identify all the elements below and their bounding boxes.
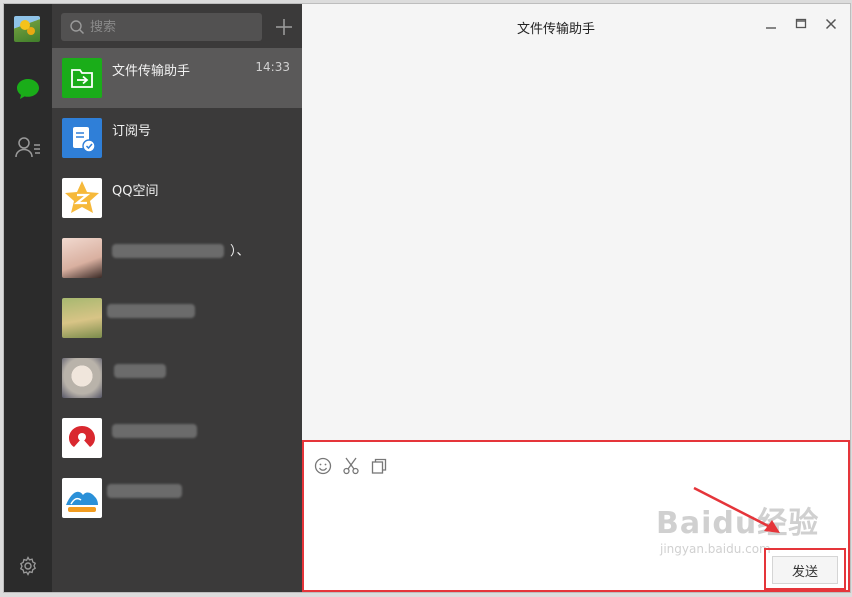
chat-time: 14:33 bbox=[255, 60, 290, 74]
emoji-icon[interactable] bbox=[314, 457, 332, 475]
contacts-nav-icon[interactable] bbox=[15, 134, 41, 160]
search-box[interactable] bbox=[61, 13, 262, 41]
send-highlight: 发送 bbox=[764, 548, 846, 590]
redacted-name bbox=[112, 244, 224, 258]
avatar bbox=[62, 418, 102, 458]
send-button[interactable]: 发送 bbox=[772, 556, 838, 584]
maximize-button[interactable] bbox=[792, 15, 810, 33]
avatar bbox=[62, 298, 102, 338]
plus-icon bbox=[276, 19, 292, 35]
chat-list-panel: 文件传输助手 14:33 订阅号 QQ空间 ）、 bbox=[52, 4, 302, 592]
chat-item-contact-3[interactable] bbox=[52, 348, 302, 408]
redacted-name bbox=[107, 304, 195, 318]
copy-icon[interactable] bbox=[370, 457, 388, 475]
chat-name: ）、 bbox=[230, 244, 250, 259]
chat-item-subscription[interactable]: 订阅号 bbox=[52, 108, 302, 168]
redacted-name bbox=[112, 424, 197, 438]
minimize-button[interactable] bbox=[762, 15, 780, 33]
chat-item-contact-5[interactable] bbox=[52, 468, 302, 528]
red-arrow-annotation bbox=[693, 486, 780, 533]
composer-toolbar bbox=[314, 457, 388, 475]
avatar bbox=[62, 238, 102, 278]
avatar bbox=[62, 478, 102, 518]
chat-name: 订阅号 bbox=[112, 124, 152, 139]
search-icon bbox=[69, 19, 85, 39]
chat-item-contact-1[interactable]: ）、 bbox=[52, 228, 302, 288]
chat-item-qzone[interactable]: QQ空间 bbox=[52, 168, 302, 228]
scissors-icon[interactable] bbox=[342, 457, 360, 475]
minimize-icon bbox=[766, 27, 776, 29]
wechat-window: 文件传输助手 14:33 订阅号 QQ空间 ）、 bbox=[3, 3, 851, 593]
chat-main-panel: 文件传输助手 Baidu经验 jingyan.baidu.com 发送 bbox=[302, 4, 850, 592]
redacted-name bbox=[107, 484, 182, 498]
message-composer: Baidu经验 jingyan.baidu.com 发送 bbox=[302, 440, 850, 592]
chat-name: 文件传输助手 bbox=[112, 64, 191, 79]
close-icon bbox=[825, 18, 837, 30]
chat-item-contact-2[interactable] bbox=[52, 288, 302, 348]
redacted-name bbox=[114, 364, 166, 378]
file-transfer-icon bbox=[62, 58, 102, 98]
message-input[interactable] bbox=[312, 484, 752, 574]
avatar[interactable] bbox=[14, 16, 40, 42]
settings-gear-icon[interactable] bbox=[15, 553, 41, 579]
close-button[interactable] bbox=[822, 15, 840, 33]
search-input[interactable] bbox=[90, 17, 255, 37]
avatar bbox=[62, 358, 102, 398]
left-rail bbox=[4, 4, 52, 592]
chat-name: QQ空间 bbox=[112, 184, 159, 199]
chats-nav-icon[interactable] bbox=[15, 76, 41, 102]
add-chat-button[interactable] bbox=[271, 14, 297, 40]
qzone-star-icon bbox=[62, 178, 102, 218]
subscription-icon bbox=[62, 118, 102, 158]
chat-item-file-transfer[interactable]: 文件传输助手 14:33 bbox=[52, 48, 302, 108]
chat-item-contact-4[interactable] bbox=[52, 408, 302, 468]
maximize-icon bbox=[795, 18, 807, 29]
